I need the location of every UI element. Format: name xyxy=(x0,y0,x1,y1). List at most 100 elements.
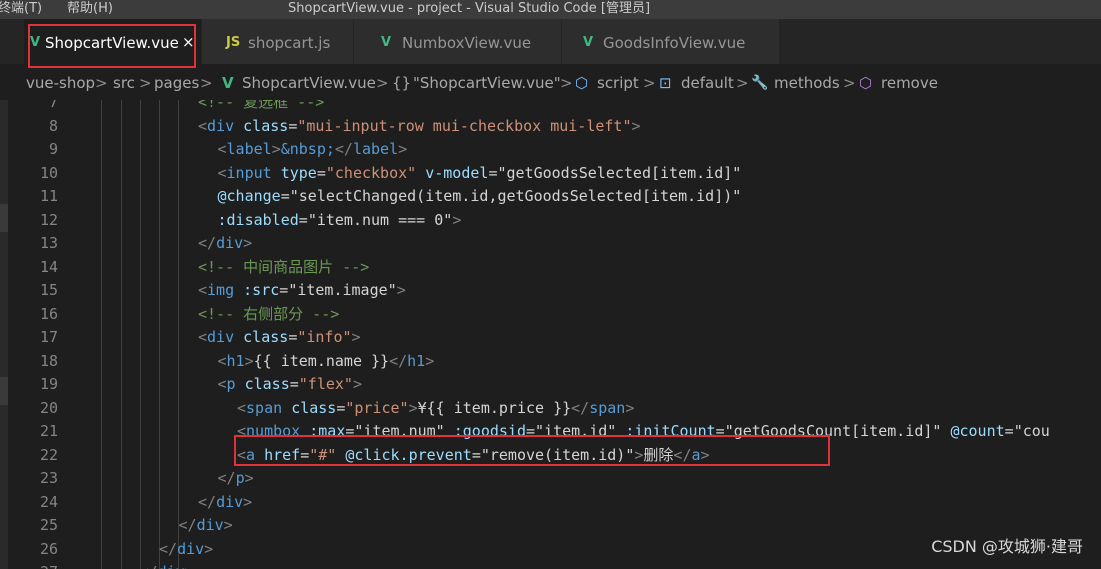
line-number: 7 xyxy=(48,100,58,111)
vue-icon: V xyxy=(30,35,41,50)
code-editor[interactable]: 7 <!-- 复选框 --> 8 <div class="mui-input-row … xyxy=(0,100,1101,569)
close-icon[interactable]: × xyxy=(182,32,195,52)
code-line[interactable]: 7 <!-- 复选框 --> xyxy=(0,100,1101,115)
code-line[interactable]: 13 </div> xyxy=(0,232,1101,256)
code-line[interactable]: 17 <div class="info"> xyxy=(0,326,1101,350)
line-number: 17 xyxy=(39,328,58,346)
code-line[interactable]: 15 <img :src="item.image"> xyxy=(0,279,1101,303)
line-number: 18 xyxy=(39,351,58,370)
chevron-right-icon: > xyxy=(200,74,213,92)
code-line[interactable]: 21 <numbox :max="item.num" :goodsid="item… xyxy=(0,420,1101,444)
code-line[interactable]: 20 <span class="price">¥{{ item.price }}<… xyxy=(0,397,1101,421)
breadcrumb-item[interactable]: script xyxy=(597,73,639,93)
breadcrumb-item[interactable]: vue-shop xyxy=(26,73,95,93)
breadcrumb-item[interactable]: "ShopcartView.vue" xyxy=(413,73,561,93)
line-number: 24 xyxy=(39,492,58,511)
breadcrumb-item[interactable]: default xyxy=(681,73,734,93)
line-number: 21 xyxy=(39,422,58,440)
code-text[interactable]: <numbox :max="item.num" :goodsid="item.i… xyxy=(237,420,1050,444)
braces-icon: {} xyxy=(392,74,412,92)
code-text[interactable]: <span class="price">¥{{ item.price }}</s… xyxy=(237,397,634,421)
line-number: 8 xyxy=(48,116,58,135)
vue-icon: V xyxy=(583,35,594,50)
module-icon: ⊡ xyxy=(659,74,672,92)
code-line[interactable]: 14 <!-- 中间商品图片 --> xyxy=(0,256,1101,280)
vue-icon: V xyxy=(381,35,392,50)
code-text[interactable]: </div> xyxy=(140,561,194,569)
code-text[interactable]: </div> xyxy=(179,514,233,538)
code-line[interactable]: 22 <a href="#" @click.prevent="remove(ite… xyxy=(0,444,1101,468)
code-line[interactable]: 19 <p class="flex"> xyxy=(0,373,1101,397)
code-line[interactable]: 18 <h1>{{ item.name }}</h1> xyxy=(0,350,1101,374)
line-number: 16 xyxy=(39,304,58,323)
line-number: 23 xyxy=(39,469,58,487)
tab-label: NumboxView.vue xyxy=(402,34,532,52)
chevron-right-icon: > xyxy=(560,74,573,92)
breadcrumb-item[interactable]: src xyxy=(113,73,135,93)
chevron-right-icon: > xyxy=(95,74,108,92)
code-text[interactable]: <img :src="item.image"> xyxy=(198,279,406,303)
wrench-icon: 🔧 xyxy=(751,75,769,91)
breadcrumb-item[interactable]: ShopcartView.vue xyxy=(242,73,376,93)
title-bar: 终端(T) 帮助(H) ShopcartView.vue - project -… xyxy=(0,0,1101,19)
tab-numboxview[interactable]: V NumboxView.vue xyxy=(354,19,562,64)
line-number: 14 xyxy=(39,257,58,276)
line-number: 9 xyxy=(48,140,58,158)
line-number: 20 xyxy=(39,398,58,417)
line-number: 25 xyxy=(39,516,58,534)
chevron-right-icon: > xyxy=(643,74,656,92)
line-number: 10 xyxy=(39,163,58,182)
line-number: 19 xyxy=(39,375,58,393)
code-text[interactable]: <div class="mui-input-row mui-checkbox m… xyxy=(198,115,641,139)
code-line[interactable]: 23 </p> xyxy=(0,467,1101,491)
tab-label: ShopcartView.vue xyxy=(45,34,179,52)
tab-bar: V ShopcartView.vue × JS shopcart.js V Nu… xyxy=(0,19,1101,64)
line-number: 13 xyxy=(39,234,58,252)
code-text[interactable]: </div> xyxy=(159,538,213,562)
js-icon: JS xyxy=(226,35,241,50)
code-text[interactable]: <h1>{{ item.name }}</h1> xyxy=(218,350,435,374)
window-title: ShopcartView.vue - project - Visual Stud… xyxy=(288,1,651,16)
chevron-right-icon: > xyxy=(736,74,749,92)
code-line[interactable]: 11 @change="selectChanged(item.id,getGood… xyxy=(0,185,1101,209)
breadcrumb-item[interactable]: methods xyxy=(774,73,840,93)
code-line[interactable]: 9 <label>&nbsp;</label> xyxy=(0,138,1101,162)
watermark: CSDN @攻城狮·建哥 xyxy=(931,537,1083,556)
code-line[interactable]: 8 <div class="mui-input-row mui-checkbox … xyxy=(0,115,1101,139)
line-number: 26 xyxy=(39,539,58,558)
code-text[interactable]: <p class="flex"> xyxy=(218,373,363,397)
vue-icon: V xyxy=(222,74,234,92)
code-text[interactable]: </div> xyxy=(198,491,252,515)
code-text[interactable]: <a href="#" @click.prevent="remove(item.… xyxy=(237,444,710,468)
breadcrumb-item[interactable]: pages xyxy=(154,73,199,93)
code-line[interactable]: 24 </div> xyxy=(0,491,1101,515)
tab-shopcart-js[interactable]: JS shopcart.js xyxy=(202,19,354,64)
code-text[interactable]: <!-- 右侧部分 --> xyxy=(198,303,339,327)
code-line[interactable]: 27 </div> xyxy=(0,561,1101,569)
code-text[interactable]: </p> xyxy=(218,467,254,491)
line-number: 11 xyxy=(39,187,58,205)
menu-terminal[interactable]: 终端(T) xyxy=(0,0,42,19)
code-line[interactable]: 16 <!-- 右侧部分 --> xyxy=(0,303,1101,327)
chevron-right-icon: > xyxy=(376,74,389,92)
code-text[interactable]: </div> xyxy=(198,232,252,256)
chevron-right-icon: > xyxy=(843,74,856,92)
tab-goodsinfoview[interactable]: V GoodsInfoView.vue xyxy=(562,19,780,64)
code-text[interactable]: <!-- 复选框 --> xyxy=(198,100,324,115)
code-text[interactable]: <input type="checkbox" v-model="getGoods… xyxy=(218,162,742,186)
cube-icon: ⬡ xyxy=(859,74,873,92)
tab-shopcartview[interactable]: V ShopcartView.vue × xyxy=(24,19,202,64)
code-text[interactable]: <div class="info"> xyxy=(198,326,361,350)
code-text[interactable]: @change="selectChanged(item.id,getGoodsS… xyxy=(218,185,742,209)
cube-icon: ⬡ xyxy=(575,74,589,92)
menu-help[interactable]: 帮助(H) xyxy=(67,0,113,19)
tab-label: shopcart.js xyxy=(248,34,331,52)
code-line[interactable]: 10 <input type="checkbox" v-model="getGoo… xyxy=(0,162,1101,186)
code-line[interactable]: 12 :disabled="item.num === 0"> xyxy=(0,209,1101,233)
code-text[interactable]: <label>&nbsp;</label> xyxy=(218,138,408,162)
code-text[interactable]: <!-- 中间商品图片 --> xyxy=(198,256,369,280)
line-number: 12 xyxy=(39,210,58,229)
breadcrumb-item[interactable]: remove xyxy=(881,73,938,93)
code-text[interactable]: :disabled="item.num === 0"> xyxy=(218,209,462,233)
line-number: 27 xyxy=(0,561,58,569)
